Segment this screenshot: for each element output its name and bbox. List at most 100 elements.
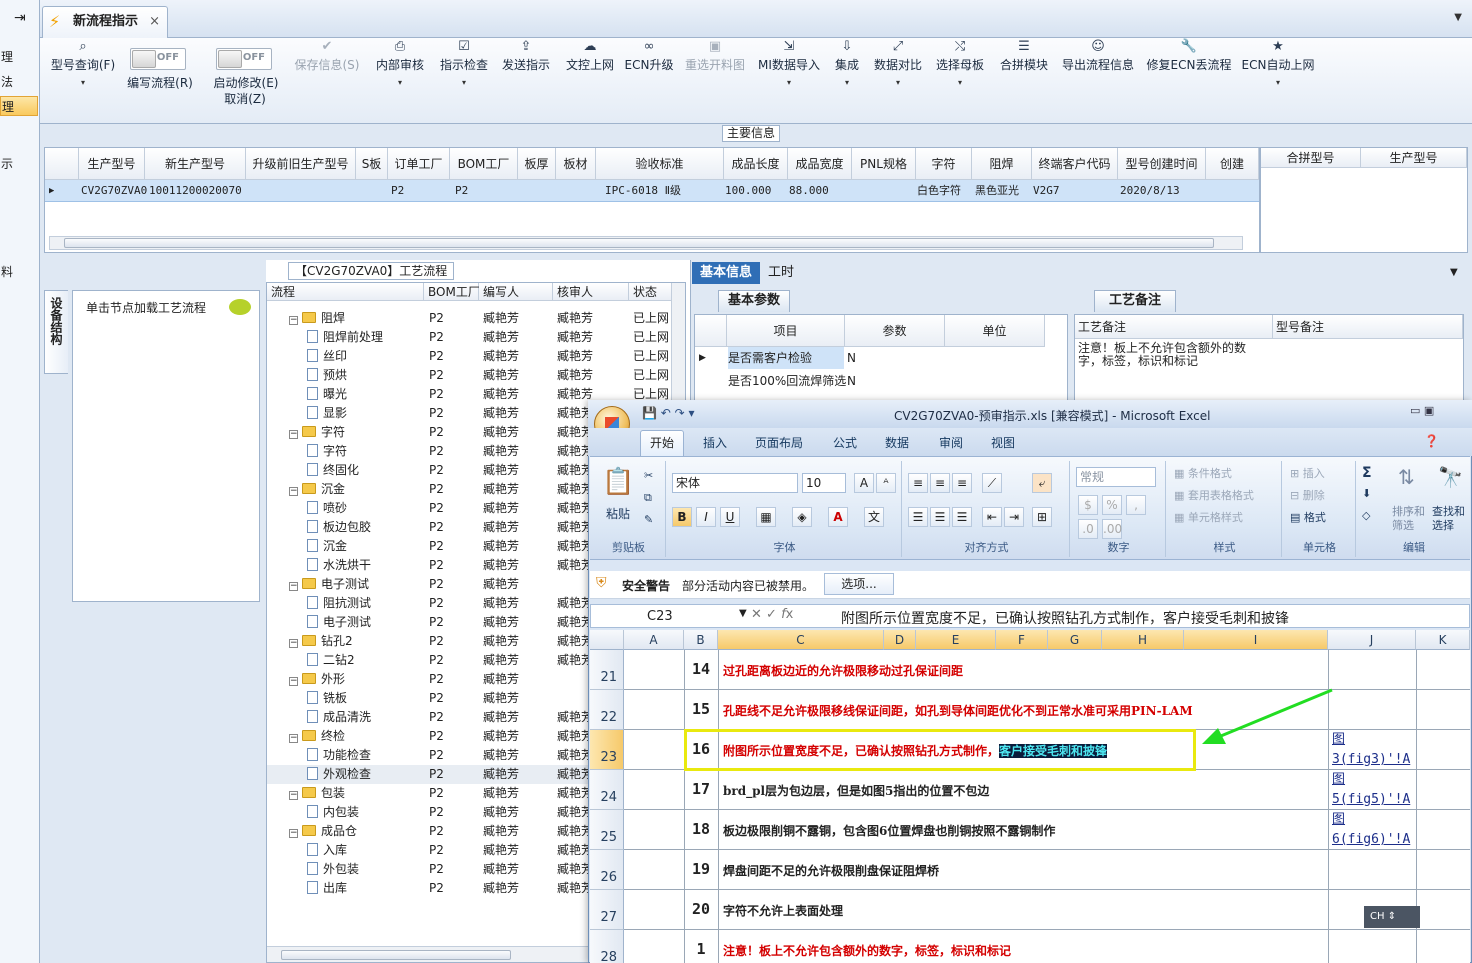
column-header[interactable]: 板厚 (518, 148, 556, 180)
tree-cell-writer[interactable]: 臧艳芳 (483, 727, 519, 746)
fill-icon[interactable]: ⬇ (1362, 487, 1371, 500)
orientation-icon[interactable]: ⟋ (982, 473, 1002, 493)
tree-cell-bom[interactable]: P2 (429, 385, 444, 404)
left-nav-item[interactable]: 理 (0, 47, 38, 67)
tree-cell-status[interactable]: 已上网 (633, 328, 669, 347)
cut-icon[interactable]: ✂ (644, 469, 653, 482)
collapse-icon[interactable]: − (289, 734, 298, 743)
tree-node[interactable]: 内包装 (307, 803, 359, 822)
tree-node[interactable]: 显影 (307, 404, 347, 423)
tree-node[interactable]: − 字符 (289, 423, 345, 442)
column-header[interactable]: 型号备注 (1273, 315, 1463, 339)
left-nav-item[interactable]: 法 (0, 72, 38, 92)
row-header[interactable]: 21 (590, 650, 624, 690)
start-modify-toggle[interactable]: OFF (216, 48, 272, 70)
param-item[interactable]: 是否100%回流焊筛选 (728, 370, 846, 392)
tree-cell-writer[interactable]: 臧艳芳 (483, 556, 519, 575)
tab-work-hours[interactable]: 工时 (768, 262, 794, 284)
ribbon-tab-data[interactable]: 数据 (885, 434, 909, 451)
tree-cell-bom[interactable]: P2 (429, 765, 444, 784)
collapse-icon[interactable]: − (289, 791, 298, 800)
tree-cell-writer[interactable]: 臧艳芳 (483, 499, 519, 518)
align-right-icon[interactable]: ☰ (952, 507, 972, 527)
column-header[interactable]: 字符 (916, 148, 972, 180)
font-size-combo[interactable]: 10 (802, 473, 846, 493)
tree-cell-bom[interactable]: P2 (429, 613, 444, 632)
formula-buttons[interactable]: ✕ ✓ fx (751, 607, 793, 622)
tree-node[interactable]: 沉金 (307, 537, 347, 556)
column-header[interactable]: 参数 (845, 315, 945, 347)
column-header[interactable]: 编写人 (479, 283, 553, 301)
ribbon-tab-view[interactable]: 视图 (991, 434, 1015, 451)
exit-icon[interactable]: ⇥ (14, 10, 26, 26)
cancel-button[interactable]: 取消(Z) (212, 92, 278, 106)
tree-cell-writer[interactable]: 臧艳芳 (483, 575, 519, 594)
tree-cell-bom[interactable]: P2 (429, 423, 444, 442)
tree-node[interactable]: 字符 (307, 442, 347, 461)
tree-cell-writer[interactable]: 臧艳芳 (483, 461, 519, 480)
collapse-icon[interactable]: − (289, 639, 298, 648)
cell-new-model[interactable]: 10011200020070 (149, 180, 242, 202)
tree-cell-status[interactable]: 已上网 (633, 309, 669, 328)
delete-cells-button[interactable]: ⊟ 删除 (1290, 487, 1325, 503)
tree-cell-bom[interactable]: P2 (429, 594, 444, 613)
ribbon-tab-formula[interactable]: 公式 (833, 434, 857, 451)
column-header[interactable]: BOM工厂 (424, 283, 480, 301)
tree-cell-bom[interactable]: P2 (429, 442, 444, 461)
ribbon-tab-insert[interactable]: 插入 (703, 434, 727, 451)
tree-cell-bom[interactable]: P2 (429, 366, 444, 385)
tree-node[interactable]: 入库 (307, 841, 347, 860)
tree-cell-bom[interactable]: P2 (429, 461, 444, 480)
cell-width[interactable]: 88.000 (789, 180, 829, 202)
window-controls[interactable]: ▭ ▣ (1410, 404, 1434, 417)
row-header[interactable]: 22 (590, 690, 624, 730)
paste-button[interactable]: 粘贴 (606, 505, 630, 522)
row-header[interactable]: 26 (590, 850, 624, 890)
left-nav-item-selected[interactable]: 理 (0, 96, 38, 116)
cell-text[interactable]: 字符不允许上表面处理 (723, 902, 843, 919)
tree-cell-writer[interactable]: 臧艳芳 (483, 442, 519, 461)
tree-cell-bom[interactable]: P2 (429, 727, 444, 746)
wrap-text-icon[interactable]: ⤶ (1032, 473, 1052, 493)
tree-row[interactable]: 阻焊前处理 P2 臧艳芳 臧艳芳 已上网 (267, 328, 685, 347)
tree-cell-writer[interactable]: 臧艳芳 (483, 632, 519, 651)
number-format-combo[interactable]: 常规 (1076, 467, 1156, 487)
tree-cell-writer[interactable]: 臧艳芳 (483, 879, 519, 898)
column-header[interactable]: 验收标准 (596, 148, 724, 180)
cell-number[interactable]: 20 (684, 900, 718, 918)
chevron-down-icon[interactable]: ▼ (739, 608, 747, 619)
column-header[interactable]: 成品长度 (724, 148, 788, 180)
quick-access-toolbar[interactable]: 💾 ↶ ↷ ▾ (642, 406, 695, 420)
column-header[interactable]: S板 (356, 148, 388, 180)
tree-cell-bom[interactable]: P2 (429, 784, 444, 803)
tree-cell-writer[interactable]: 臧艳芳 (483, 613, 519, 632)
ecn-upgrade-button[interactable]: ∞ ECN升级 (624, 40, 674, 73)
tree-cell-checker[interactable]: 臧艳芳 (557, 328, 593, 347)
tree-node[interactable]: 喷砂 (307, 499, 347, 518)
border-icon[interactable]: ▦ (756, 507, 776, 527)
cell-number[interactable]: 17 (684, 780, 718, 798)
integrate-button[interactable]: ⇩ 集成 ▾ (830, 40, 864, 90)
tab-process-notes[interactable]: 工艺备注 (1094, 290, 1176, 312)
tree-cell-checker[interactable]: 臧艳芳 (557, 309, 593, 328)
tree-cell-bom[interactable]: P2 (429, 822, 444, 841)
tree-node[interactable]: 出库 (307, 879, 347, 898)
tree-cell-checker[interactable]: 臧艳芳 (557, 347, 593, 366)
cell-created[interactable]: 2020/8/13 (1120, 180, 1180, 202)
doc-control-online-button[interactable]: ☁ 文控上网 (562, 40, 618, 73)
cell-number[interactable]: 19 (684, 860, 718, 878)
tree-cell-writer[interactable]: 臧艳芳 (483, 765, 519, 784)
grow-font-icon[interactable]: A (854, 473, 874, 493)
row-header[interactable]: 27 (590, 890, 624, 930)
data-compare-button[interactable]: ⤢ 数据对比 ▾ (870, 40, 926, 90)
cell-order-factory[interactable]: P2 (391, 180, 404, 202)
tree-cell-bom[interactable]: P2 (429, 518, 444, 537)
tree-node[interactable]: 二钻2 (307, 651, 355, 670)
collapse-icon[interactable]: − (289, 582, 298, 591)
hyperlink-cell[interactable]: 图 5(fig5)'!A (1332, 770, 1410, 810)
ribbon-tab-layout[interactable]: 页面布局 (755, 434, 803, 451)
cell-solder-mask[interactable]: 黑色亚光 (975, 180, 1019, 202)
chevron-down-icon[interactable]: ▼ (1450, 267, 1458, 278)
column-header[interactable]: I (1184, 630, 1328, 650)
select-all-corner[interactable] (590, 630, 624, 650)
